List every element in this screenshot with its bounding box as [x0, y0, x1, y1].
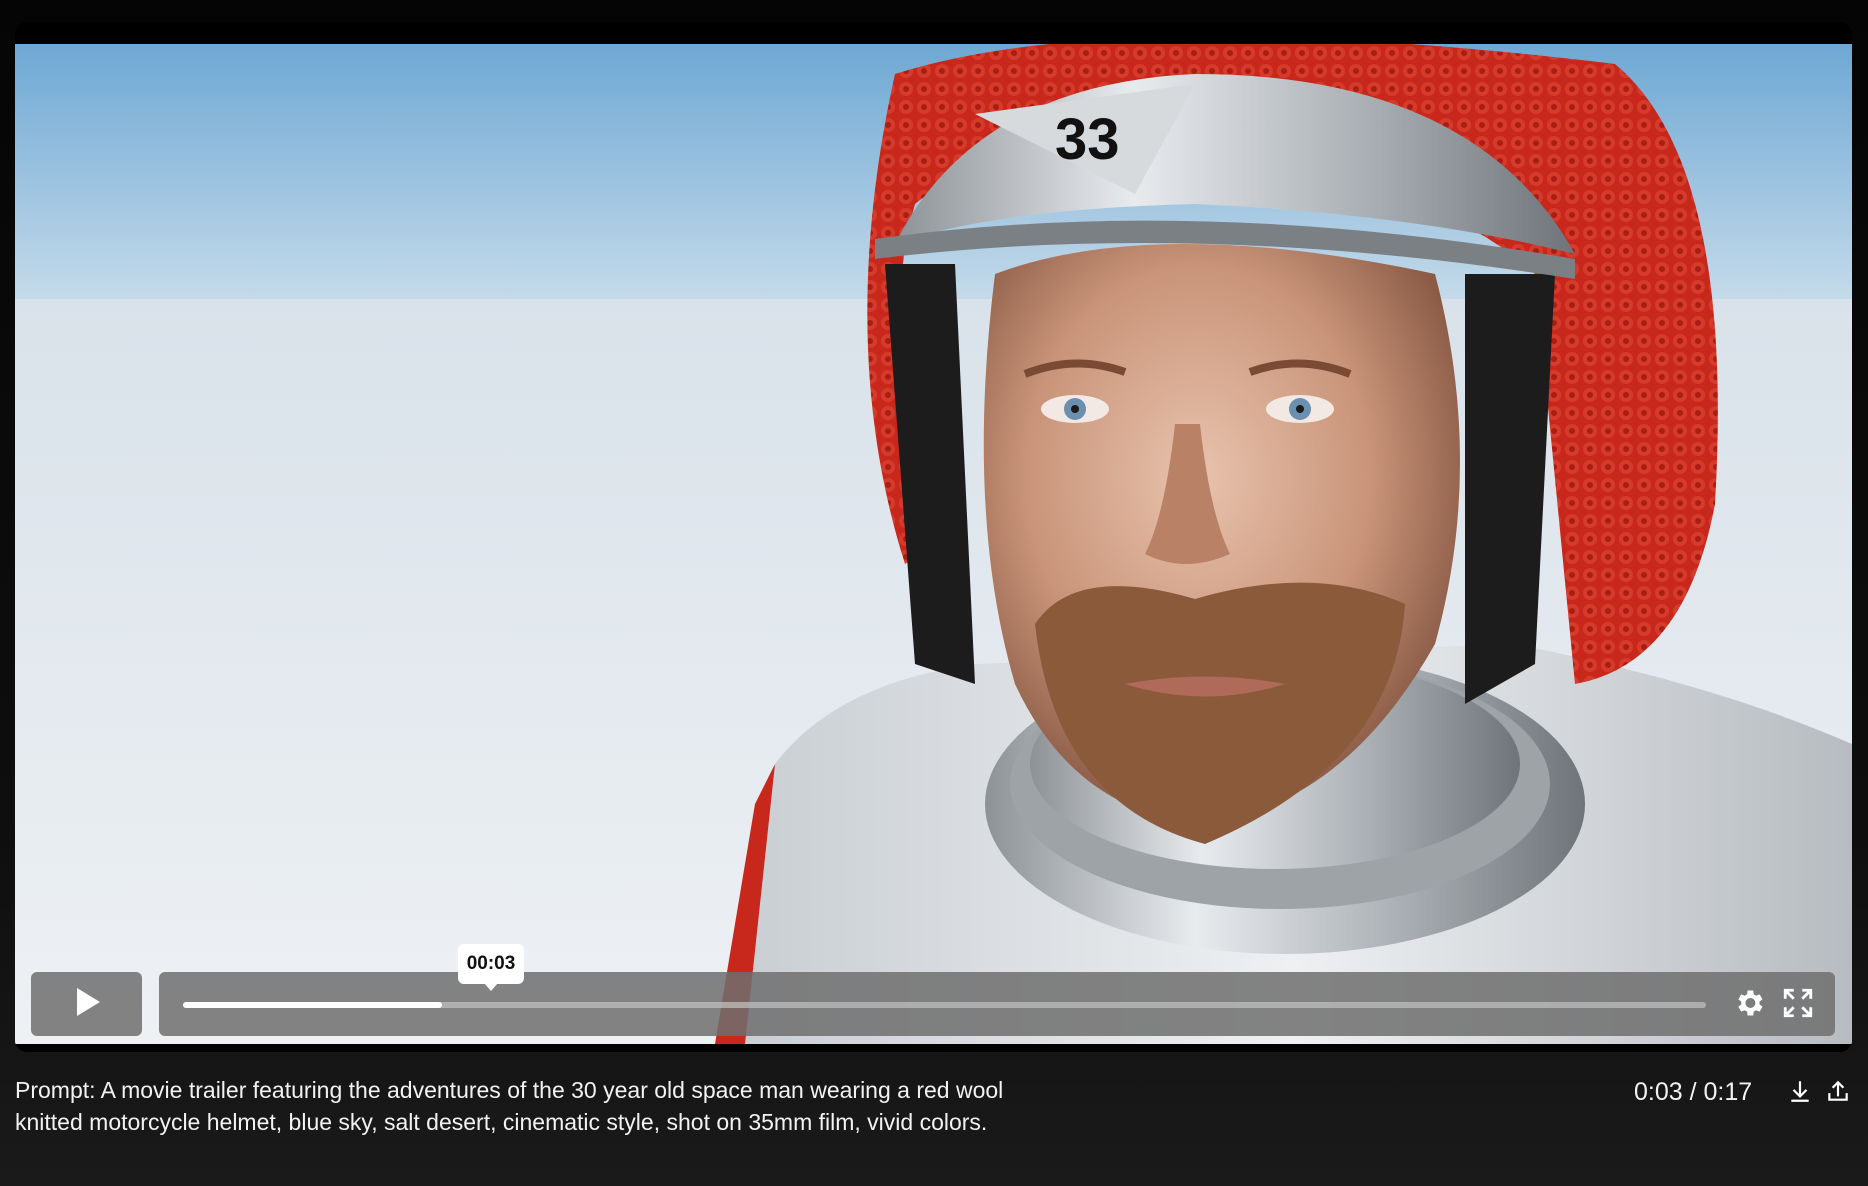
time-tooltip: 00:03	[458, 944, 524, 991]
download-icon	[1787, 1078, 1813, 1109]
video-player[interactable]: 33	[15, 22, 1852, 1052]
time-display: 0:03 / 0:17	[1634, 1078, 1753, 1106]
play-button[interactable]	[31, 972, 142, 1036]
share-button[interactable]	[1823, 1078, 1853, 1108]
progress-fill	[183, 1002, 442, 1008]
progress-bar[interactable]	[159, 972, 1835, 1036]
progress-track[interactable]	[183, 1002, 1706, 1008]
share-icon	[1825, 1078, 1851, 1109]
gear-icon	[1732, 986, 1766, 1025]
play-icon	[70, 985, 104, 1024]
settings-button[interactable]	[1730, 986, 1768, 1024]
prompt-caption: Prompt: A movie trailer featuring the ad…	[15, 1077, 1004, 1135]
fullscreen-icon	[1781, 986, 1815, 1025]
fullscreen-button[interactable]	[1779, 986, 1817, 1024]
helmet-number: 33	[1055, 107, 1120, 172]
page: 33 00:03 Prompt: A movie trailer featuri…	[0, 0, 1868, 1186]
video-frame[interactable]: 33	[15, 44, 1852, 1044]
video-still: 33	[15, 44, 1852, 1044]
video-controls	[15, 972, 1852, 1042]
download-button[interactable]	[1785, 1078, 1815, 1108]
